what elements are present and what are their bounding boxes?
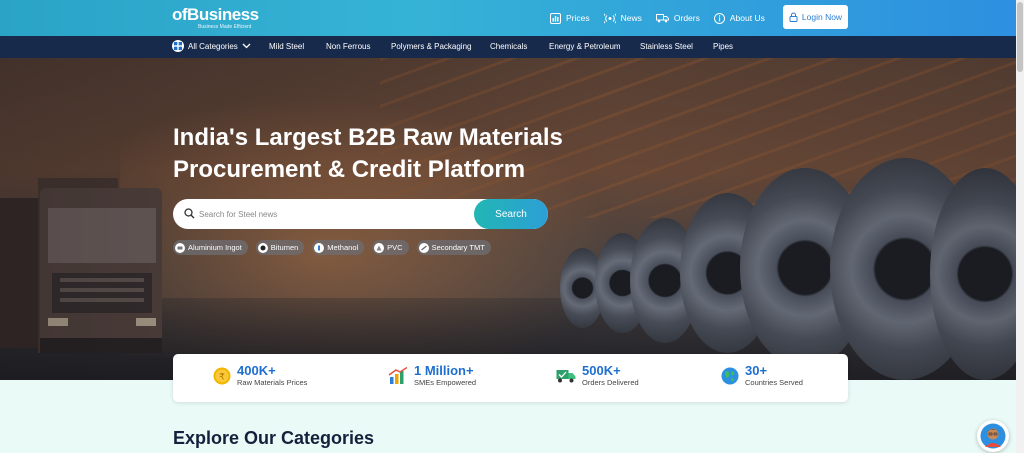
logo-tagline: Business Made Efficient [198, 24, 252, 30]
growth-chart-icon [388, 366, 408, 384]
hero-banner: India's Largest B2B Raw Materials Procur… [0, 58, 1024, 380]
scrollbar-thumb[interactable] [1017, 2, 1023, 72]
page-scrollbar[interactable] [1016, 0, 1024, 453]
chip-label: Aluminium Ingot [188, 243, 242, 252]
nav-about[interactable]: About Us [713, 12, 765, 24]
search-input[interactable] [199, 206, 459, 222]
category-mild-steel[interactable]: Mild Steel [269, 42, 304, 51]
avatar-icon [980, 423, 1006, 449]
category-non-ferrous[interactable]: Non Ferrous [326, 42, 370, 51]
nav-news-label: News [620, 13, 642, 23]
category-chemicals[interactable]: Chemicals [490, 42, 527, 51]
bitumen-icon [257, 242, 268, 253]
truck-icon [655, 14, 669, 23]
category-energy-petroleum[interactable]: Energy & Petroleum [549, 42, 621, 51]
stat-value: 30+ [745, 363, 768, 378]
top-header: ofBusiness Business Made Efficient Price… [0, 0, 1024, 36]
stat-smes: 1 Million+ SMEs Empowered [388, 363, 476, 388]
chip-label: Methanol [327, 243, 359, 252]
delivery-truck-icon [556, 369, 576, 382]
nav-orders[interactable]: Orders [655, 13, 700, 23]
search-button[interactable]: Search [474, 199, 548, 229]
nav-prices[interactable]: Prices [550, 12, 590, 24]
methanol-icon [314, 242, 325, 253]
chip-aluminium-ingot[interactable]: Aluminium Ingot [173, 240, 248, 255]
hero-headline-line2: Procurement & Credit Platform [173, 156, 526, 183]
stat-value: 1 Million+ [414, 363, 474, 378]
section-title: Explore Our Categories [173, 428, 375, 448]
logo[interactable]: ofBusiness Business Made Efficient [172, 5, 259, 31]
stat-label: Raw Materials Prices [237, 378, 308, 387]
tmt-bar-icon [418, 242, 429, 253]
logo-text: ofBusiness [172, 5, 259, 24]
globe-icon [721, 367, 739, 384]
stat-label: Orders Delivered [582, 378, 639, 387]
search-bar: Search [173, 199, 548, 229]
chip-pvc[interactable]: PVC [372, 240, 409, 255]
chip-label: Bitumen [270, 243, 299, 252]
stat-raw-materials: ₹ 400K+ Raw Materials Prices [213, 363, 307, 388]
rupee-coin-icon: ₹ [213, 367, 231, 384]
chip-secondary-tmt[interactable]: Secondary TMT [416, 240, 491, 255]
grid-icon [172, 40, 184, 52]
stats-card: ₹ 400K+ Raw Materials Prices 1 Million+ … [173, 354, 848, 402]
chevron-down-icon [242, 43, 251, 49]
chatbot-avatar-button[interactable] [977, 420, 1009, 452]
chip-label: PVC [387, 243, 403, 252]
chip-methanol[interactable]: Methanol [312, 240, 365, 255]
chip-label: Secondary TMT [431, 243, 485, 252]
stat-value: 400K+ [237, 363, 276, 378]
stat-countries: 30+ Countries Served [721, 363, 803, 388]
pvc-icon [374, 242, 385, 253]
nav-prices-label: Prices [566, 13, 590, 23]
search-icon [184, 208, 195, 219]
nav-orders-label: Orders [673, 13, 700, 23]
lock-icon [789, 12, 798, 22]
all-categories-label: All Categories [188, 41, 238, 51]
login-button[interactable]: Login Now [783, 5, 848, 29]
stat-value: 500K+ [582, 363, 621, 378]
category-pipes[interactable]: Pipes [713, 42, 733, 51]
nav-about-label: About Us [729, 13, 765, 23]
quick-search-chips: Aluminium Ingot Bitumen Methanol PVC Sec… [173, 240, 499, 255]
chart-icon [550, 12, 561, 24]
category-bar: All Categories Mild Steel Non Ferrous Po… [0, 36, 1024, 58]
aluminium-icon [175, 242, 185, 253]
nav-news[interactable]: News [603, 13, 642, 24]
hero-headline-line1: India's Largest B2B Raw Materials [173, 124, 563, 151]
chip-bitumen[interactable]: Bitumen [255, 240, 305, 255]
stat-label: Countries Served [745, 378, 803, 387]
hero-headline: India's Largest B2B Raw Materials Procur… [173, 122, 593, 186]
login-button-label: Login Now [801, 12, 843, 22]
top-nav: Prices News Orders About Us [550, 0, 779, 36]
category-polymers-packaging[interactable]: Polymers & Packaging [391, 42, 471, 51]
stat-orders: 500K+ Orders Delivered [556, 363, 639, 388]
broadcast-icon [603, 13, 616, 23]
svg-text:₹: ₹ [219, 372, 225, 382]
all-categories-dropdown[interactable]: All Categories [172, 40, 251, 52]
category-stainless-steel[interactable]: Stainless Steel [640, 42, 693, 51]
stat-label: SMEs Empowered [414, 378, 477, 387]
info-icon [713, 12, 725, 24]
